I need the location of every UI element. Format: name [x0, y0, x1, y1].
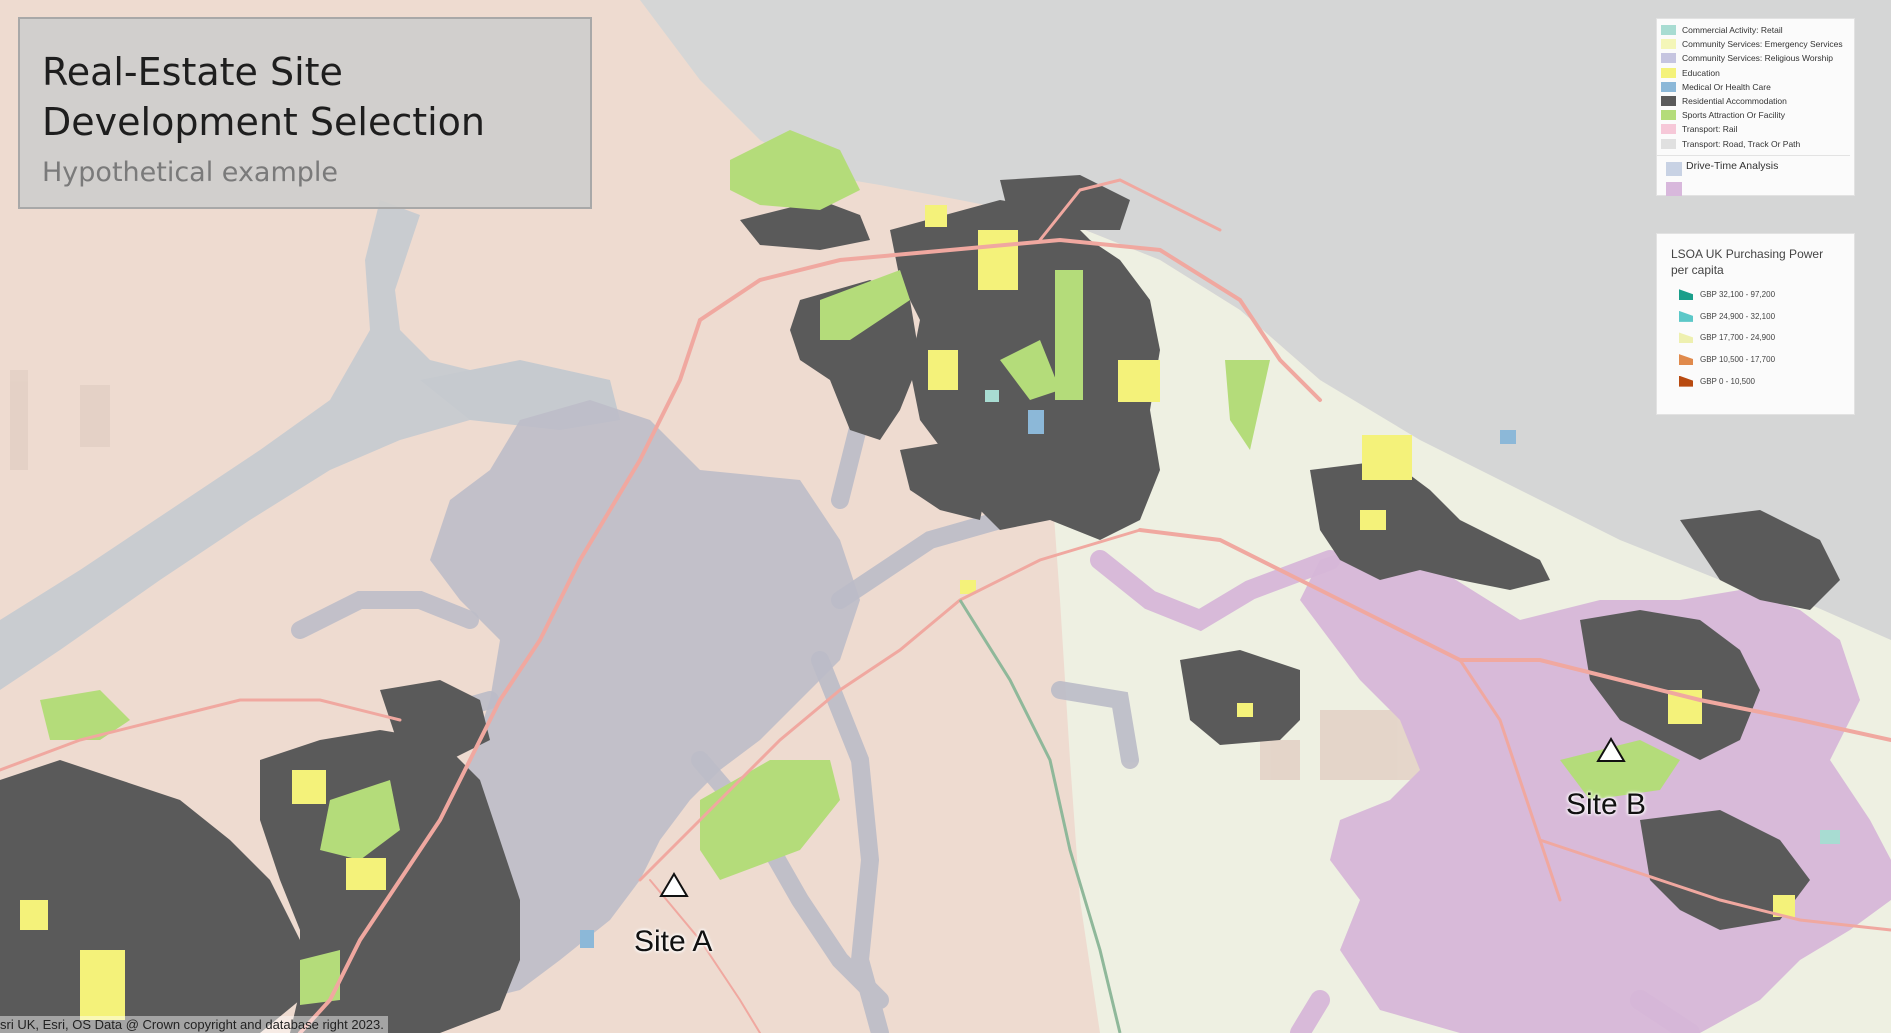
purchasing-power-legend-item: GBP 17,700 - 24,900 [1671, 327, 1854, 349]
map-subtitle: Hypothetical example [42, 157, 339, 188]
purchasing-power-legend-item: GBP 32,100 - 97,200 [1671, 284, 1854, 306]
landuse-legend-item: Transport: Road, Track Or Path [1661, 137, 1854, 151]
legend-label: GBP 32,100 - 97,200 [1700, 290, 1776, 300]
map-title: Real-Estate Site Development Selection [42, 50, 486, 144]
legend-label: Residential Accommodation [1682, 96, 1787, 107]
legend-swatch [1661, 39, 1676, 50]
legend-swatch [1661, 53, 1676, 64]
legend-label: GBP 10,500 - 17,700 [1700, 355, 1776, 365]
drive-time-swatch-1 [1666, 161, 1682, 176]
drive-time-legend: Drive-Time Analysis [1661, 159, 1854, 196]
legend-label: GBP 17,700 - 24,900 [1700, 333, 1776, 343]
legend-swatch [1661, 110, 1676, 121]
purchasing-power-legend-item: GBP 10,500 - 17,700 [1671, 349, 1854, 371]
legend-label: Community Services: Emergency Services [1682, 39, 1843, 50]
title-panel: Real-Estate Site Development Selection H… [18, 17, 592, 209]
legend-label: GBP 24,900 - 32,100 [1700, 311, 1776, 321]
purchasing-power-legend-item: GBP 0 - 10,500 [1671, 370, 1854, 392]
landuse-legend: Commercial Activity: Retail Community Ser… [1656, 18, 1855, 196]
legend-label: Transport: Rail [1682, 124, 1738, 135]
legend-swatch [1679, 310, 1693, 322]
landuse-legend-item: Education [1661, 66, 1854, 80]
legend-divider [1657, 154, 1850, 156]
legend-swatch [1679, 354, 1693, 366]
landuse-legend-item: Community Services: Emergency Services [1661, 37, 1854, 51]
legend-swatch [1679, 332, 1693, 344]
legend-swatch [1661, 67, 1676, 78]
landuse-legend-item: Residential Accommodation [1661, 94, 1854, 108]
legend-swatch [1679, 375, 1693, 387]
legend-swatch [1661, 81, 1676, 92]
legend-label: Community Services: Religious Worship [1682, 53, 1834, 64]
legend-label: Medical Or Health Care [1682, 81, 1771, 92]
purchasing-power-title: LSOA UK Purchasing Power per capita [1671, 247, 1824, 277]
landuse-legend-item: Medical Or Health Care [1661, 80, 1854, 94]
purchasing-power-legend: LSOA UK Purchasing Power per capita GBP … [1656, 233, 1855, 415]
legend-swatch [1679, 289, 1693, 301]
map-attribution: sri UK, Esri, OS Data @ Crown copyright … [0, 1016, 388, 1033]
purchasing-power-legend-item: GBP 24,900 - 32,100 [1671, 306, 1854, 328]
drive-time-label: Drive-Time Analysis [1686, 159, 1779, 172]
legend-label: GBP 0 - 10,500 [1700, 376, 1755, 386]
landuse-legend-item: Commercial Activity: Retail [1661, 23, 1854, 37]
legend-swatch [1661, 96, 1676, 107]
legend-label: Transport: Road, Track Or Path [1682, 138, 1801, 149]
legend-swatch [1661, 138, 1676, 149]
legend-label: Commercial Activity: Retail [1682, 25, 1783, 36]
landuse-legend-item: Community Services: Religious Worship [1661, 51, 1854, 65]
legend-swatch [1661, 25, 1676, 36]
landuse-legend-item: Transport: Rail [1661, 122, 1854, 136]
landuse-legend-item: Sports Attraction Or Facility [1661, 108, 1854, 122]
legend-swatch [1661, 124, 1676, 135]
legend-label: Education [1682, 67, 1720, 78]
site-a-label: Site A [634, 925, 713, 958]
site-b-label: Site B [1566, 788, 1647, 821]
drive-time-swatch-2 [1666, 181, 1682, 196]
legend-label: Sports Attraction Or Facility [1682, 110, 1785, 121]
